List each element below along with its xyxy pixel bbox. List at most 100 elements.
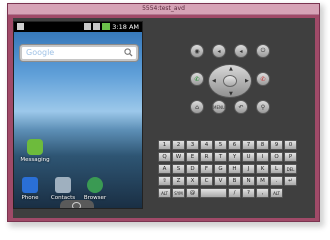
dpad-left-icon[interactable]: ◀ [212, 78, 216, 84]
key[interactable]: 7 [242, 140, 255, 150]
volume-down-button[interactable]: ◂ [212, 44, 226, 58]
key[interactable]: 9 [270, 140, 283, 150]
key[interactable]: T [214, 152, 227, 162]
home-button[interactable]: ⌂ [190, 100, 204, 114]
dpad-down-icon[interactable]: ▼ [229, 91, 233, 97]
call-icon: ✆ [194, 75, 200, 83]
back-icon: ↶ [238, 103, 244, 111]
power-icon: ⏻ [260, 47, 266, 54]
key[interactable]: F [200, 164, 213, 174]
key[interactable]: . [270, 176, 283, 186]
end-call-icon: ✆ [260, 75, 266, 83]
menu-button[interactable]: MENU [212, 100, 226, 114]
dpad-right-icon[interactable]: ▶ [245, 78, 249, 84]
key[interactable]: M [256, 176, 269, 186]
keyboard-row-3: A S D F G H J K L DEL [158, 164, 297, 174]
key[interactable]: 1 [158, 140, 171, 150]
keyboard-row-4: ⇧ Z X C V B N M . ↵ [158, 176, 297, 186]
key[interactable]: N [242, 176, 255, 186]
shift-key[interactable]: ⇧ [158, 176, 171, 186]
delete-key[interactable]: DEL [284, 164, 297, 174]
key[interactable]: O [270, 152, 283, 162]
phone-icon [22, 177, 38, 193]
key[interactable]: Y [228, 152, 241, 162]
camera-button[interactable]: ◉ [190, 44, 204, 58]
key[interactable]: ? [242, 188, 255, 198]
key[interactable]: D [186, 164, 199, 174]
keyboard-row-5: ALT SYM @ / ? , ALT [158, 188, 283, 198]
key[interactable]: 4 [200, 140, 213, 150]
back-button[interactable]: ↶ [234, 100, 248, 114]
contacts-icon [55, 177, 71, 193]
search-icon[interactable] [124, 48, 133, 57]
key[interactable]: S [172, 164, 185, 174]
key[interactable]: 6 [228, 140, 241, 150]
key[interactable]: 8 [256, 140, 269, 150]
google-search-widget[interactable]: Google [20, 45, 138, 61]
key[interactable]: 0 [284, 140, 297, 150]
key[interactable]: B [228, 176, 241, 186]
menu-label: MENU [213, 104, 225, 110]
app-browser[interactable]: Browser [78, 177, 112, 201]
volume-down-icon: ◂ [217, 47, 221, 55]
call-button[interactable]: ✆ [190, 72, 204, 86]
keyboard-row-1: 1 2 3 4 5 6 7 8 9 0 [158, 140, 297, 150]
app-label: Messaging [20, 157, 50, 163]
dpad[interactable]: ▲ ▼ ◀ ▶ [208, 64, 252, 98]
battery-icon [102, 23, 110, 30]
search-placeholder: Google [26, 48, 55, 57]
app-label: Phone [21, 195, 39, 201]
title-bar[interactable]: 5554:test_avd [8, 4, 319, 15]
status-bar: 3:18 AM [14, 22, 142, 32]
key[interactable]: K [256, 164, 269, 174]
key[interactable]: Z [172, 176, 185, 186]
device-screen[interactable]: 3:18 AM Google Messaging Phone Contacts … [13, 21, 143, 209]
window-title: 5554:test_avd [142, 5, 185, 12]
key[interactable]: V [214, 176, 227, 186]
page: 5554:test_avd 3:18 AM Google Messaging P… [0, 0, 330, 240]
key[interactable]: 2 [172, 140, 185, 150]
end-call-button[interactable]: ✆ [256, 72, 270, 86]
enter-key[interactable]: ↵ [284, 176, 297, 186]
key[interactable]: , [256, 188, 269, 198]
key[interactable]: J [242, 164, 255, 174]
keyboard-row-2: Q W E R T Y U I O P [158, 152, 297, 162]
app-contacts[interactable]: Contacts [46, 177, 80, 201]
app-messaging[interactable]: Messaging [18, 139, 52, 163]
volume-up-button[interactable]: ◂ [234, 44, 248, 58]
key[interactable]: H [228, 164, 241, 174]
key[interactable]: 5 [214, 140, 227, 150]
key[interactable]: C [200, 176, 213, 186]
key[interactable]: P [284, 152, 297, 162]
key[interactable]: R [200, 152, 213, 162]
key[interactable]: @ [186, 188, 199, 198]
key[interactable]: U [242, 152, 255, 162]
power-button[interactable]: ⏻ [256, 44, 270, 58]
key[interactable]: G [214, 164, 227, 174]
signal-icon [93, 23, 100, 30]
key[interactable]: A [158, 164, 171, 174]
alt-key[interactable]: ALT [158, 188, 171, 198]
dpad-center-button[interactable] [223, 75, 237, 87]
key[interactable]: I [256, 152, 269, 162]
key[interactable]: L [270, 164, 283, 174]
status-time: 3:18 AM [112, 23, 139, 31]
home-icon: ⌂ [195, 103, 199, 111]
dpad-up-icon[interactable]: ▲ [229, 66, 233, 72]
space-key[interactable] [200, 188, 227, 198]
messaging-icon [27, 139, 43, 155]
app-phone[interactable]: Phone [14, 177, 47, 201]
alt-key[interactable]: ALT [270, 188, 283, 198]
key[interactable]: X [186, 176, 199, 186]
notification-icon [17, 23, 24, 30]
key[interactable]: / [228, 188, 241, 198]
sim-icon [84, 23, 91, 30]
camera-icon: ◉ [194, 47, 200, 55]
key[interactable]: Q [158, 152, 171, 162]
key[interactable]: W [172, 152, 185, 162]
sym-key[interactable]: SYM [172, 188, 185, 198]
key[interactable]: E [186, 152, 199, 162]
search-button[interactable]: ⚲ [256, 100, 270, 114]
app-drawer-tab[interactable] [60, 200, 94, 208]
key[interactable]: 3 [186, 140, 199, 150]
